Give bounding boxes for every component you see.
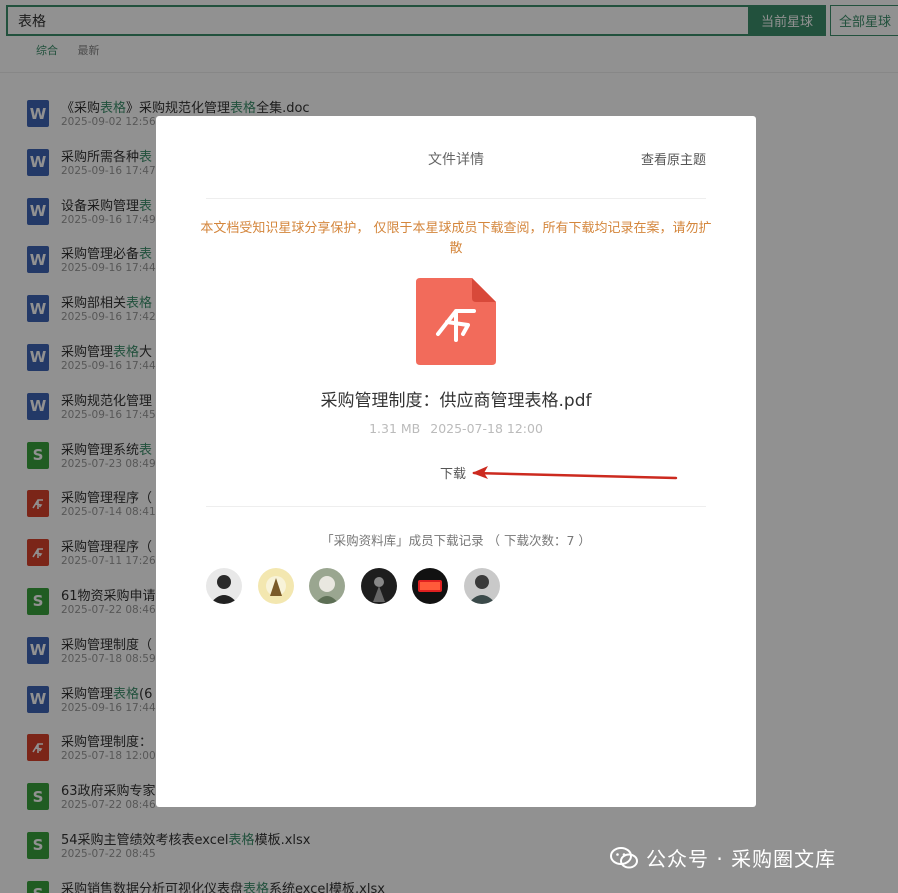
avatar[interactable] [206,568,242,604]
avatar-list [206,568,515,604]
watermark: 公众号 · 采购圈文库 [610,843,836,872]
pdf-file-icon [416,278,496,365]
download-link[interactable]: 下载 [440,463,466,482]
file-name: 采购管理制度：供应商管理表格.pdf [320,391,592,411]
file-meta: 1.31 MB 2025-07-18 12:00 [156,421,756,436]
avatar[interactable] [412,568,448,604]
file-detail-modal: 文件详情 查看原主题 本文档受知识星球分享保护， 仅限于本星球成员下载查阅，所有… [156,116,756,807]
file-date: 2025-07-18 12:00 [430,421,543,436]
wechat-icon [610,846,638,868]
divider [206,198,706,199]
divider [206,506,706,507]
watermark-text: 公众号 · 采购圈文库 [646,847,837,871]
avatar[interactable] [360,568,397,604]
download-record: 「采购资料库」成员下载记录 （ 下载次数：7 ） [321,533,591,548]
protection-notice: 本文档受知识星球分享保护， 仅限于本星球成员下载查阅，所有下载均记录在案，请勿扩… [200,221,712,256]
avatar[interactable] [463,568,500,604]
file-size: 1.31 MB [369,421,421,436]
avatar[interactable] [257,568,294,604]
red-arrow-annotation [472,466,678,480]
view-original-link[interactable]: 查看原主题 [641,149,706,168]
avatar[interactable] [309,568,345,604]
